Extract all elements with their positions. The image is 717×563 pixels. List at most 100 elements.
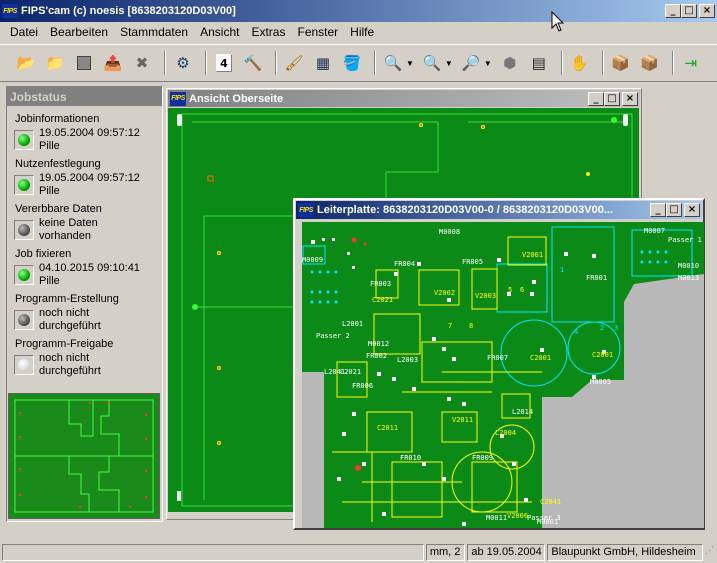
pcb-component-label[interactable]: M0009 <box>302 256 323 264</box>
job-status-line: 04.10.2015 09:10:41 <box>39 262 140 274</box>
menu-extras[interactable]: Extras <box>245 25 291 39</box>
pcb-component-label[interactable]: C2001 <box>530 354 551 362</box>
pcb-component-label[interactable]: L2003 <box>397 356 418 364</box>
menu-ansicht[interactable]: Ansicht <box>194 25 245 39</box>
pcb-component-label[interactable]: FR009 <box>472 454 493 462</box>
pcb-component-label[interactable]: M0001 <box>537 518 558 526</box>
pcb-component-label[interactable]: M0012 <box>368 340 389 348</box>
pcb-layout-canvas[interactable]: M0008 M0007 Passer 1 M0009 M0010 M0013 FR004 V2… <box>302 222 704 528</box>
zoom-area-icon[interactable]: 🔎 <box>459 51 483 75</box>
job-status-line: noch nicht <box>39 352 90 364</box>
pcb-component-label[interactable]: Passer 1 <box>668 236 702 244</box>
pcb-component-label[interactable]: C2041 <box>540 498 561 506</box>
stop-icon[interactable] <box>72 51 96 75</box>
pcb-component-label[interactable]: C2004 <box>495 429 516 437</box>
job-status-row[interactable]: noch nicht durchgeführt <box>14 352 101 378</box>
menu-stammdaten[interactable]: Stammdaten <box>114 25 194 39</box>
app-logo-icon: FIPS <box>170 91 186 106</box>
close-document-icon[interactable]: ✖ <box>130 51 154 75</box>
calendar-number: 4 <box>216 54 232 72</box>
view-top-title-bar[interactable]: FIPS Ansicht Oberseite _ □ × <box>168 90 640 107</box>
job-status-row[interactable]: 04.10.2015 09:10:41 Pille <box>14 262 140 288</box>
brush-icon[interactable]: 🖌 <box>282 51 306 75</box>
job-status-line: vorhanden <box>39 230 91 242</box>
pcb-component-label[interactable]: FR004 <box>394 260 415 268</box>
chevron-down-icon[interactable]: ▼ <box>484 59 492 68</box>
close-button[interactable]: × <box>622 91 638 106</box>
chip-icon[interactable]: ▤ <box>527 51 551 75</box>
menu-bearbeiten[interactable]: Bearbeiten <box>44 25 114 39</box>
pcb-component-label[interactable]: FR005 <box>462 258 483 266</box>
open-folder-icon[interactable]: 📂 <box>14 51 38 75</box>
job-status-row[interactable]: 19.05.2004 09:57:12 Pille <box>14 172 140 198</box>
pcb-component-label[interactable]: FR001 <box>586 274 607 282</box>
pcb-component-label[interactable]: L2001 <box>342 320 363 328</box>
package-icon[interactable]: 📦 <box>609 51 633 75</box>
pcb-component-label[interactable]: FR002 <box>366 352 387 360</box>
chevron-down-icon[interactable]: ▼ <box>406 59 414 68</box>
pcb-component-label[interactable]: V2006 <box>507 512 528 520</box>
menu-hilfe[interactable]: Hilfe <box>344 25 380 39</box>
pcb-component-label[interactable]: FR003 <box>370 280 391 288</box>
menu-datei[interactable]: Datei <box>4 25 44 39</box>
toolbar-separator <box>164 51 166 75</box>
job-section-label: Programm-Erstellung <box>15 293 119 305</box>
status-customer: Blaupunkt GmbH, Hildesheim <box>547 543 704 561</box>
pcb-component-label[interactable]: V2011 <box>452 416 473 424</box>
minimize-button[interactable]: _ <box>650 203 666 217</box>
pcb-component-label[interactable]: V2003 <box>475 292 496 300</box>
maximize-button[interactable]: □ <box>681 4 697 18</box>
pcb-component-label[interactable]: M0005 <box>590 378 611 386</box>
job-status-row[interactable]: noch nicht durchgeführt <box>14 307 101 333</box>
minimize-button[interactable]: _ <box>665 4 681 18</box>
job-section-label: Jobinformationen <box>15 113 100 125</box>
minimize-button[interactable]: _ <box>588 91 604 106</box>
hand-icon[interactable]: ✋ <box>568 51 592 75</box>
pcb-component-label[interactable]: FR007 <box>487 354 508 362</box>
pcb-window-title-bar[interactable]: FIPS Leiterplatte: 8638203120D03V00-0 / … <box>296 201 702 219</box>
pcb-component-label[interactable]: M0011 <box>486 514 507 522</box>
pcb-component-label[interactable]: Passer 2 <box>316 332 350 340</box>
pcb-component-label[interactable]: V2002 <box>434 289 455 297</box>
pcb-component-label[interactable]: V2001 <box>522 251 543 259</box>
zoom-out-icon[interactable]: 🔍 <box>420 51 444 75</box>
job-status-line: durchgeführt <box>39 365 101 377</box>
pcb-component-label[interactable]: M0007 <box>644 227 665 235</box>
app-logo-icon: FIPS <box>298 203 314 217</box>
pcb-component-label[interactable]: M0013 <box>678 274 699 282</box>
zoom-in-icon[interactable]: 🔍 <box>381 51 405 75</box>
mini-board-preview[interactable] <box>8 393 160 519</box>
export-icon[interactable]: 📤 <box>101 51 125 75</box>
paint-bucket-icon[interactable]: 🪣 <box>340 51 364 75</box>
status-bar: mm, 2 ab 19.05.2004 Blaupunkt GmbH, Hild… <box>0 541 717 563</box>
status-led-icon <box>14 220 34 240</box>
pcb-component-label[interactable]: C2001 <box>592 351 613 359</box>
pcb-component-label[interactable]: L2014 <box>512 408 533 416</box>
components-icon[interactable]: ▦ <box>311 51 335 75</box>
stamp-icon[interactable]: ⬢ <box>498 51 522 75</box>
job-status-line: durchgeführt <box>39 320 101 332</box>
camera-settings-icon[interactable]: ⚙ <box>171 51 195 75</box>
app-title-bar[interactable]: FIPS FIPS'cam (c) noesis [8638203120D03V… <box>0 0 717 22</box>
maximize-button[interactable]: □ <box>666 203 682 217</box>
exit-icon[interactable]: ⇥ <box>679 51 703 75</box>
pcb-component-label[interactable]: FR010 <box>400 454 421 462</box>
package-open-icon[interactable]: 📦 <box>638 51 662 75</box>
open-file-icon[interactable]: 📁 <box>43 51 67 75</box>
pcb-component-label[interactable]: FR006 <box>352 382 373 390</box>
close-button[interactable]: × <box>699 4 715 18</box>
hammer-icon[interactable]: 🔨 <box>241 51 265 75</box>
pcb-component-label[interactable]: L2041 <box>324 368 345 376</box>
job-status-row[interactable]: keine Daten vorhanden <box>14 217 98 243</box>
pcb-component-label[interactable]: C2011 <box>377 424 398 432</box>
job-status-row[interactable]: 19.05.2004 09:57:12 Pille <box>14 127 140 153</box>
maximize-button[interactable]: □ <box>604 91 620 106</box>
close-button[interactable]: × <box>684 203 700 217</box>
pcb-component-label[interactable]: M0010 <box>678 262 699 270</box>
pcb-component-label[interactable]: M0008 <box>439 228 460 236</box>
calendar-icon[interactable]: 4 <box>212 51 236 75</box>
resize-grip-icon[interactable]: ⋰ <box>705 545 715 559</box>
chevron-down-icon[interactable]: ▼ <box>445 59 453 68</box>
pcb-component-label[interactable]: C2021 <box>372 296 393 304</box>
menu-fenster[interactable]: Fenster <box>291 25 344 39</box>
